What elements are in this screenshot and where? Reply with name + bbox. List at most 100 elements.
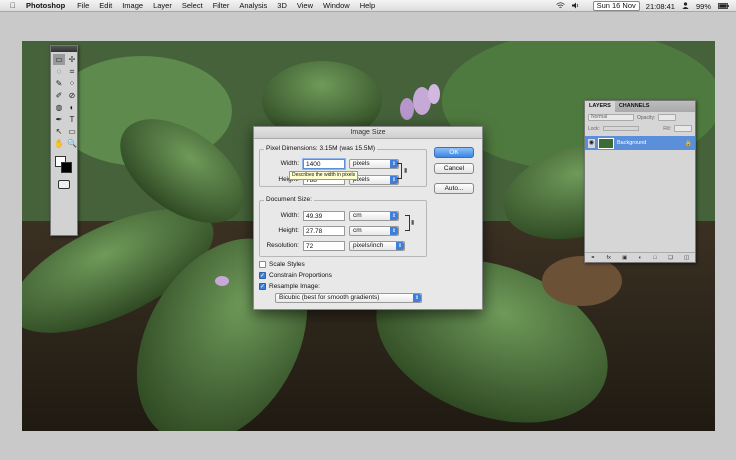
- quick-mask-icon[interactable]: [58, 180, 70, 189]
- blur-tool-icon[interactable]: ◍: [53, 102, 65, 113]
- lock-options-icon[interactable]: [602, 126, 639, 131]
- menu-window[interactable]: Window: [323, 1, 350, 10]
- blend-mode-select[interactable]: Normal: [588, 114, 634, 121]
- user-icon[interactable]: [682, 1, 689, 11]
- doc-height-unit-select[interactable]: cm ⇕: [349, 225, 399, 236]
- menu-select[interactable]: Select: [182, 1, 203, 10]
- resolution-input[interactable]: 72: [303, 240, 345, 251]
- mask-icon[interactable]: ▣: [622, 255, 627, 261]
- date-display[interactable]: Sun 16 Nov: [592, 1, 640, 11]
- resample-label: Resample Image:: [269, 283, 320, 290]
- menu-layer[interactable]: Layer: [153, 1, 172, 10]
- adjustment-icon[interactable]: ◐: [639, 255, 642, 261]
- fill-field[interactable]: [674, 125, 692, 132]
- chain-link-icon: ▮: [404, 168, 408, 174]
- visibility-eye-icon[interactable]: ◉: [588, 138, 595, 148]
- opacity-field[interactable]: [658, 114, 677, 121]
- background-color-swatch[interactable]: [61, 162, 72, 173]
- scale-styles-label: Scale Styles: [269, 261, 305, 268]
- group-icon[interactable]: □: [653, 255, 656, 261]
- doc-height-input[interactable]: 27.78: [303, 225, 345, 236]
- menu-help[interactable]: Help: [360, 1, 375, 10]
- resample-method-select[interactable]: Bicubic (best for smooth gradients) ⇕: [275, 293, 422, 303]
- move-tool-icon[interactable]: ✢: [66, 54, 78, 65]
- eraser-tool-icon[interactable]: ⊘: [66, 90, 78, 101]
- layer-name: Background: [617, 140, 647, 146]
- pixel-width-label: Width:: [280, 160, 299, 167]
- layer-thumbnail: [598, 137, 614, 149]
- pixel-width-input[interactable]: 1400: [303, 158, 345, 169]
- zoom-tool-icon[interactable]: 🔍: [66, 138, 78, 149]
- menu-bar:  Photoshop File Edit Image Layer Select…: [0, 0, 736, 12]
- dodge-tool-icon[interactable]: ◐: [66, 102, 78, 113]
- menu-app-name[interactable]: Photoshop: [26, 1, 65, 10]
- volume-icon[interactable]: [571, 2, 580, 11]
- doc-width-input[interactable]: 49.39: [303, 210, 345, 221]
- menu-filter[interactable]: Filter: [213, 1, 230, 10]
- doc-height-label: Height:: [278, 227, 299, 234]
- new-layer-icon[interactable]: ❏: [668, 255, 673, 261]
- shape-tool-icon[interactable]: ▭: [66, 126, 78, 137]
- layers-footer: ⚭ fx ▣ ◐ □ ❏ ◫: [585, 252, 695, 262]
- layers-panel-tabs: LAYERS CHANNELS: [585, 101, 695, 112]
- brush-tool-icon[interactable]: ✎: [53, 78, 65, 89]
- constrain-row[interactable]: ✓ Constrain Proportions: [259, 272, 332, 279]
- chevron-updown-icon: ⇕: [390, 211, 398, 220]
- menu-view[interactable]: View: [297, 1, 313, 10]
- resample-checkbox[interactable]: ✓: [259, 283, 266, 290]
- tools-panel: ▭ ✢ ◌ ⌗ ✎ ⁘ ✐ ⊘ ◍ ◐ ✒ T ↖ ▭ ✋ 🔍: [50, 45, 78, 236]
- menu-image[interactable]: Image: [122, 1, 143, 10]
- path-select-tool-icon[interactable]: ↖: [53, 126, 65, 137]
- doc-width-label: Width:: [280, 212, 299, 219]
- crop-tool-icon[interactable]: ⌗: [66, 66, 78, 77]
- ok-button[interactable]: OK: [434, 147, 474, 158]
- dialog-title: Image Size: [254, 127, 482, 139]
- pencil-tool-icon[interactable]: ✐: [53, 90, 65, 101]
- stamp-tool-icon[interactable]: ⁘: [66, 78, 78, 89]
- pixel-dimensions-label: Pixel Dimensions: 3.15M (was 15.5M): [264, 145, 378, 152]
- layer-row-background[interactable]: ◉ Background 🔒: [585, 136, 695, 150]
- width-tooltip: Describes the width in pixels: [289, 171, 359, 180]
- doc-height-row: Height: 27.78 cm ⇕: [259, 225, 399, 236]
- menu-file[interactable]: File: [77, 1, 89, 10]
- blend-row: Normal Opacity:: [585, 112, 695, 123]
- marquee-tool-icon[interactable]: ▭: [53, 54, 65, 65]
- battery-icon: [718, 2, 729, 11]
- color-swatches: [51, 154, 77, 178]
- constrain-checkbox[interactable]: ✓: [259, 272, 266, 279]
- scale-styles-checkbox[interactable]: [259, 261, 266, 268]
- wifi-icon[interactable]: [555, 1, 565, 11]
- pixel-width-row: Width: 1400 pixels ⇕: [259, 158, 399, 169]
- pen-tool-icon[interactable]: ✒: [53, 114, 65, 125]
- type-tool-icon[interactable]: T: [66, 114, 78, 125]
- apple-icon[interactable]: : [10, 1, 20, 10]
- resample-row[interactable]: ✓ Resample Image:: [259, 283, 320, 290]
- constrain-label: Constrain Proportions: [269, 272, 332, 279]
- menu-edit[interactable]: Edit: [99, 1, 112, 10]
- opacity-label: Opacity:: [637, 114, 656, 121]
- battery-level[interactable]: 99%: [696, 2, 711, 11]
- image-size-dialog: Image Size Pixel Dimensions: 3.15M (was …: [253, 126, 483, 310]
- link-icon[interactable]: ⚭: [591, 255, 596, 261]
- doc-width-unit-select[interactable]: cm ⇕: [349, 210, 399, 221]
- clock[interactable]: 21:08:41: [646, 2, 675, 11]
- pixel-width-unit-select[interactable]: pixels ⇕: [349, 158, 399, 169]
- layers-panel: LAYERS CHANNELS Normal Opacity: Lock: Fi…: [584, 100, 696, 263]
- cancel-button[interactable]: Cancel: [434, 163, 474, 174]
- pixel-constrain-bracket: [397, 163, 402, 179]
- auto-button[interactable]: Auto...: [434, 183, 474, 194]
- fx-icon[interactable]: fx: [607, 255, 611, 261]
- hand-tool-icon[interactable]: ✋: [53, 138, 65, 149]
- tab-channels[interactable]: CHANNELS: [615, 101, 654, 112]
- menu-3d[interactable]: 3D: [277, 1, 287, 10]
- trash-icon[interactable]: ◫: [684, 255, 689, 261]
- chevron-updown-icon: ⇕: [396, 241, 404, 250]
- tab-layers[interactable]: LAYERS: [585, 101, 615, 112]
- scale-styles-row[interactable]: Scale Styles: [259, 261, 305, 268]
- resolution-unit-select[interactable]: pixels/inch ⇕: [349, 240, 405, 251]
- chain-link-icon: ▮: [411, 220, 415, 226]
- status-area: Sun 16 Nov 21:08:41 99%: [555, 0, 736, 12]
- menu-analysis[interactable]: Analysis: [239, 1, 267, 10]
- lasso-tool-icon[interactable]: ◌: [53, 66, 65, 77]
- chevron-updown-icon: ⇕: [413, 294, 421, 302]
